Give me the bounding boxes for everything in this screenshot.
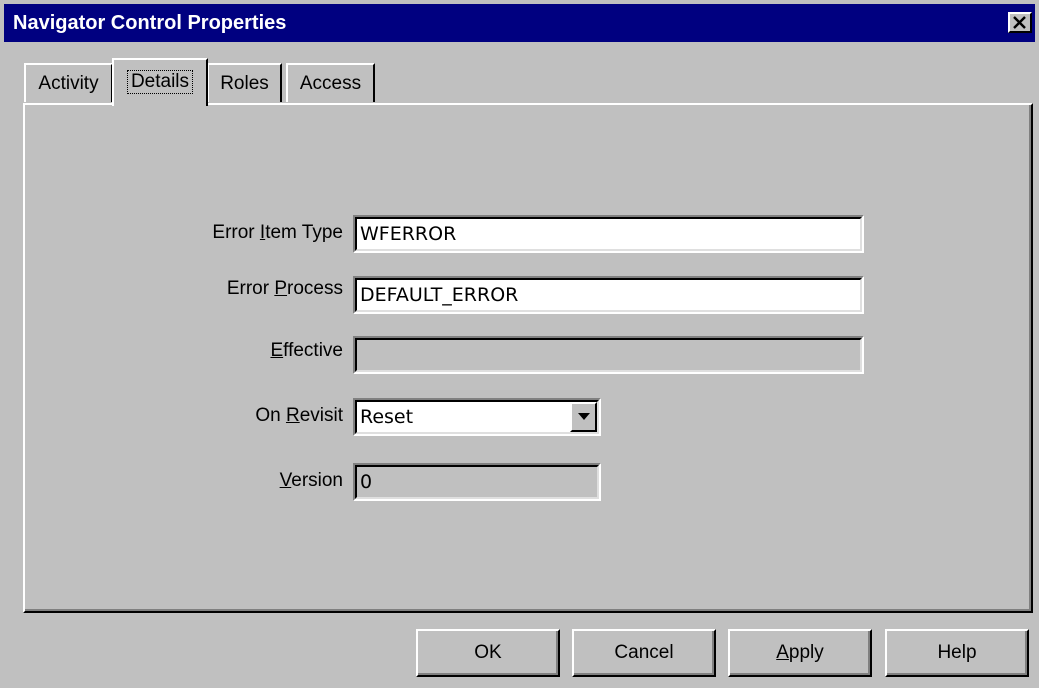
tab-details[interactable]: Details (112, 58, 208, 106)
tab-details-label: Details (126, 70, 194, 94)
apply-button[interactable]: Apply (728, 629, 872, 677)
effective-field (353, 336, 864, 374)
on-revisit-select[interactable]: Reset (353, 398, 601, 436)
error-item-type-value: WFERROR (360, 223, 457, 245)
version-value: 0 (360, 471, 373, 493)
error-item-type-field[interactable]: WFERROR (353, 215, 864, 253)
dialog-window: Navigator Control Properties Activity De… (0, 0, 1039, 688)
tab-activity[interactable]: Activity (24, 63, 113, 102)
ok-button[interactable]: OK (416, 629, 560, 677)
close-icon (1013, 16, 1026, 29)
effective-label: Effective (270, 340, 343, 361)
cancel-button[interactable]: Cancel (572, 629, 716, 677)
version-field: 0 (353, 463, 601, 501)
tab-access[interactable]: Access (286, 63, 375, 102)
tab-roles-label: Roles (220, 73, 269, 94)
title-bar[interactable]: Navigator Control Properties (4, 4, 1035, 42)
help-button[interactable]: Help (885, 629, 1029, 677)
error-process-field[interactable]: DEFAULT_ERROR (353, 276, 864, 314)
chevron-down-icon (578, 413, 590, 420)
tab-access-label: Access (299, 73, 362, 94)
on-revisit-dropdown-button[interactable] (570, 402, 597, 432)
version-label: Version (279, 470, 343, 491)
on-revisit-value: Reset (360, 406, 414, 428)
on-revisit-label: On Revisit (255, 405, 343, 426)
cancel-button-label: Cancel (614, 642, 674, 663)
error-item-type-label: Error Item Type (212, 222, 343, 243)
error-process-label: Error Process (226, 278, 343, 299)
error-process-value: DEFAULT_ERROR (360, 284, 519, 306)
help-button-label: Help (937, 642, 977, 663)
tab-activity-label: Activity (38, 73, 99, 94)
ok-button-label: OK (474, 642, 502, 663)
tab-roles[interactable]: Roles (207, 63, 282, 102)
close-button[interactable] (1008, 12, 1032, 33)
window-title: Navigator Control Properties (13, 12, 287, 34)
apply-button-label: Apply (776, 642, 824, 663)
